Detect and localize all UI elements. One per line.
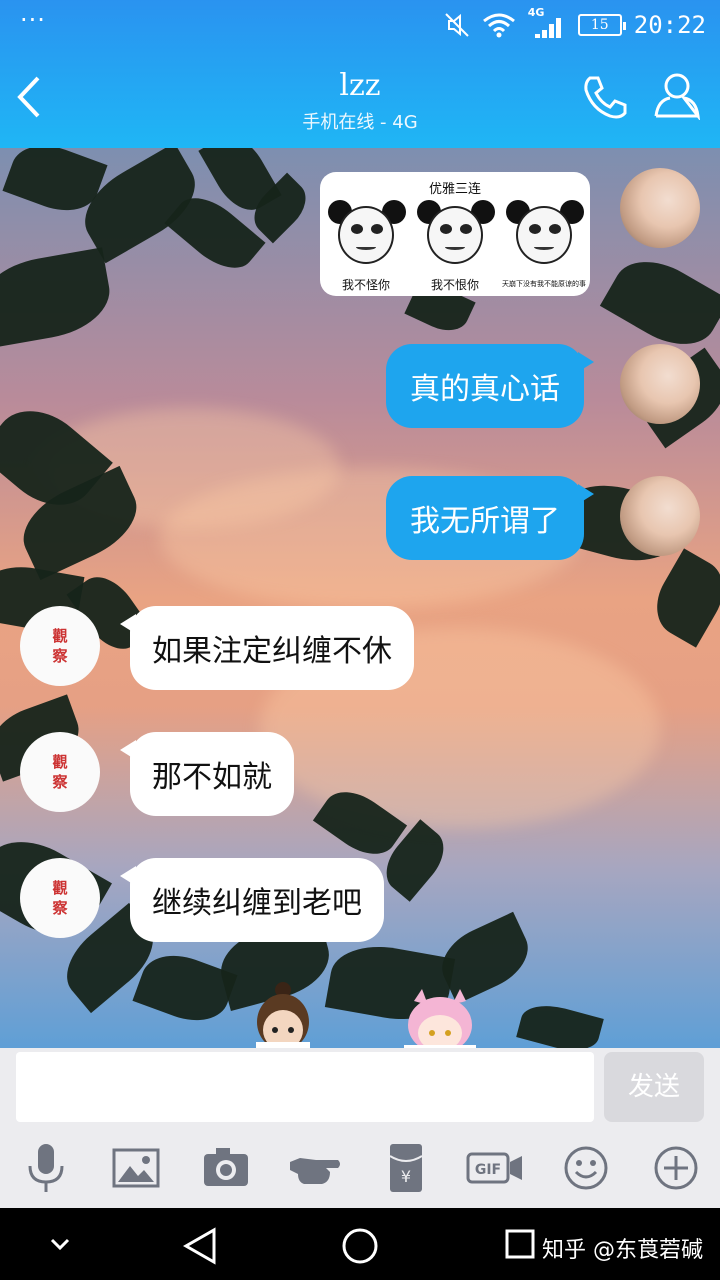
sticker-caption: 我不恨你	[430, 278, 479, 292]
sticker-caption: 天崩下没有我不能原谅的事	[502, 280, 586, 288]
camera-icon[interactable]	[196, 1138, 256, 1198]
message-text: 继续纠缠到老吧	[152, 886, 362, 921]
emoji-icon[interactable]	[556, 1138, 616, 1198]
avatar-text: 觀	[52, 627, 68, 645]
panda-face-icon	[502, 200, 586, 270]
peeking-character-icon	[404, 989, 476, 1048]
avatar-text: 察	[52, 647, 68, 665]
gif-icon[interactable]: GIF	[466, 1138, 526, 1198]
panda-face-icon	[324, 200, 408, 270]
svg-text:GIF: GIF	[475, 1162, 501, 1178]
message-input[interactable]	[16, 1052, 594, 1122]
chat-header: lzz 手机在线 - 4G	[0, 50, 720, 148]
my-avatar[interactable]	[620, 168, 700, 248]
image-icon[interactable]	[106, 1138, 166, 1198]
chat-area[interactable]: 优雅三连 我不怪你 我不恨你 天崩下没有我不能原谅的事 真的真心话 我无所谓了	[0, 148, 720, 1048]
plus-icon[interactable]	[646, 1138, 706, 1198]
avatar-text: 觀	[52, 753, 68, 771]
incoming-message[interactable]: 如果注定纠缠不休	[120, 606, 414, 690]
red-packet-icon[interactable]: ¥	[376, 1138, 436, 1198]
battery-level: 15	[590, 17, 609, 33]
phone-icon[interactable]	[580, 72, 630, 122]
home-circle-icon[interactable]	[340, 1226, 380, 1266]
sticker-caption: 我不怪你	[341, 278, 390, 292]
system-nav-bar: 知乎 @东莨菪碱	[0, 1208, 720, 1280]
outgoing-message[interactable]: 我无所谓了	[386, 476, 594, 560]
status-bar: ··· 4G 15 20:22	[0, 0, 720, 50]
avatar-text: 察	[52, 773, 68, 791]
signal-icon: 4G	[528, 6, 566, 40]
watermark: 知乎 @东莨菪碱	[542, 1238, 703, 1263]
message-text: 那不如就	[152, 760, 272, 795]
panda-face-icon	[413, 200, 497, 270]
battery-icon: 15	[577, 14, 626, 36]
chat-toolbar: ¥ GIF	[0, 1128, 720, 1208]
sticker-message[interactable]: 优雅三连 我不怪你 我不恨你 天崩下没有我不能原谅的事	[320, 172, 590, 296]
avatar-text: 察	[52, 899, 68, 917]
notification-dots-icon: ···	[20, 6, 46, 34]
poke-icon[interactable]	[286, 1138, 346, 1198]
my-avatar[interactable]	[620, 476, 700, 556]
sticker-title: 优雅三连	[428, 182, 481, 197]
avatar-text: 觀	[52, 879, 68, 897]
top-bar: ··· 4G 15 20:22 lzz 手机在线 - 4G	[0, 0, 720, 148]
mute-icon	[445, 13, 469, 37]
svg-text:¥: ¥	[401, 1167, 411, 1186]
back-triangle-icon[interactable]	[180, 1226, 220, 1266]
message-input-bar: 发送	[0, 1048, 720, 1128]
profile-icon[interactable]	[652, 70, 702, 120]
send-button[interactable]: 发送	[604, 1052, 704, 1122]
microphone-icon[interactable]	[16, 1138, 76, 1198]
status-icons: 4G 15 20:22	[444, 6, 706, 42]
contact-avatar[interactable]: 觀 察	[20, 606, 100, 686]
message-text: 如果注定纠缠不休	[152, 634, 392, 669]
chevron-down-icon[interactable]	[48, 1234, 72, 1254]
outgoing-message[interactable]: 真的真心话	[386, 344, 594, 428]
my-avatar[interactable]	[620, 344, 700, 424]
wifi-icon	[482, 13, 515, 38]
incoming-message[interactable]: 那不如就	[120, 732, 294, 816]
peeking-character-icon	[256, 982, 310, 1048]
contact-avatar[interactable]: 觀 察	[20, 858, 100, 938]
contact-avatar[interactable]: 觀 察	[20, 732, 100, 812]
incoming-message[interactable]: 继续纠缠到老吧	[120, 858, 384, 942]
recents-square-icon[interactable]	[504, 1228, 536, 1260]
message-text: 我无所谓了	[410, 504, 560, 539]
clock: 20:22	[633, 11, 706, 39]
message-text: 真的真心话	[410, 372, 560, 407]
